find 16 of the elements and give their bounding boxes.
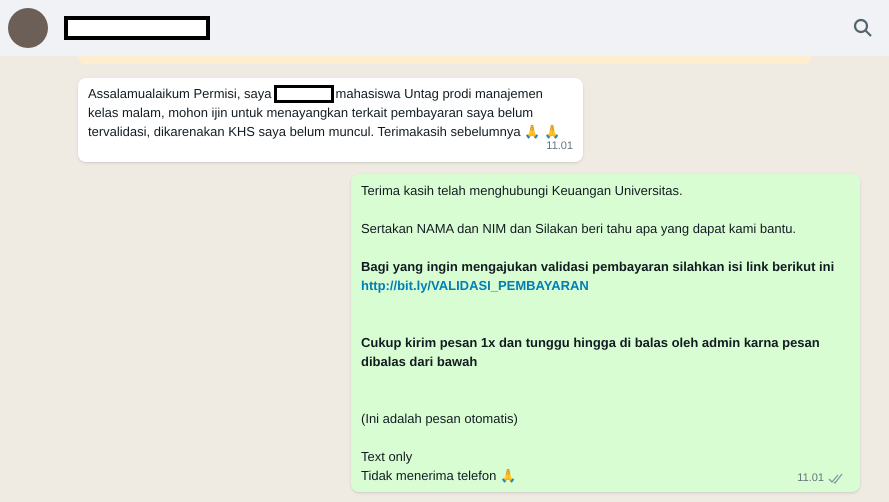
redaction-block bbox=[274, 84, 334, 102]
message-text: Text only bbox=[361, 448, 412, 466]
message-text: mahasiswa Untag prodi manajemen bbox=[336, 85, 543, 103]
message-text: kelas malam, mohon ijin untuk menayangkan terkait pembayaran saya belum tervalidasi, dikarenakan KHS saya belum muncul. Terimakasih sebelumnya 🙏 🙏 bbox=[88, 104, 561, 141]
message-text: Assalamualaikum Permisi, saya bbox=[88, 85, 272, 103]
message-text: Bagi yang ingin mengajukan validasi pembayaran silahkan isi link berikut ini http://bit.ly/VALIDASI_PEMBAYARAN bbox=[361, 258, 836, 295]
message-link[interactable]: http://bit.ly/VALIDASI_PEMBAYARAN bbox=[361, 278, 589, 293]
avatar-placeholder[interactable] bbox=[8, 8, 48, 48]
message-time: 11.01 bbox=[797, 471, 824, 486]
message-time: 11.01 bbox=[546, 139, 573, 154]
search-icon[interactable] bbox=[853, 18, 873, 38]
message-text: Sertakan NAMA dan NIM dan Silakan beri tahu apa yang dapat kami bantu. bbox=[361, 220, 796, 238]
message-text: Tidak menerima telefon 🙏 bbox=[361, 467, 516, 485]
message-text: Cukup kirim pesan 1x dan tunggu hingga di balas oleh admin karna pesan dibalas dari bawah bbox=[361, 334, 821, 371]
message-text: (Ini adalah pesan otomatis) bbox=[361, 410, 518, 428]
message-text: Terima kasih telah menghubungi Keuangan Universitas. bbox=[361, 182, 683, 200]
